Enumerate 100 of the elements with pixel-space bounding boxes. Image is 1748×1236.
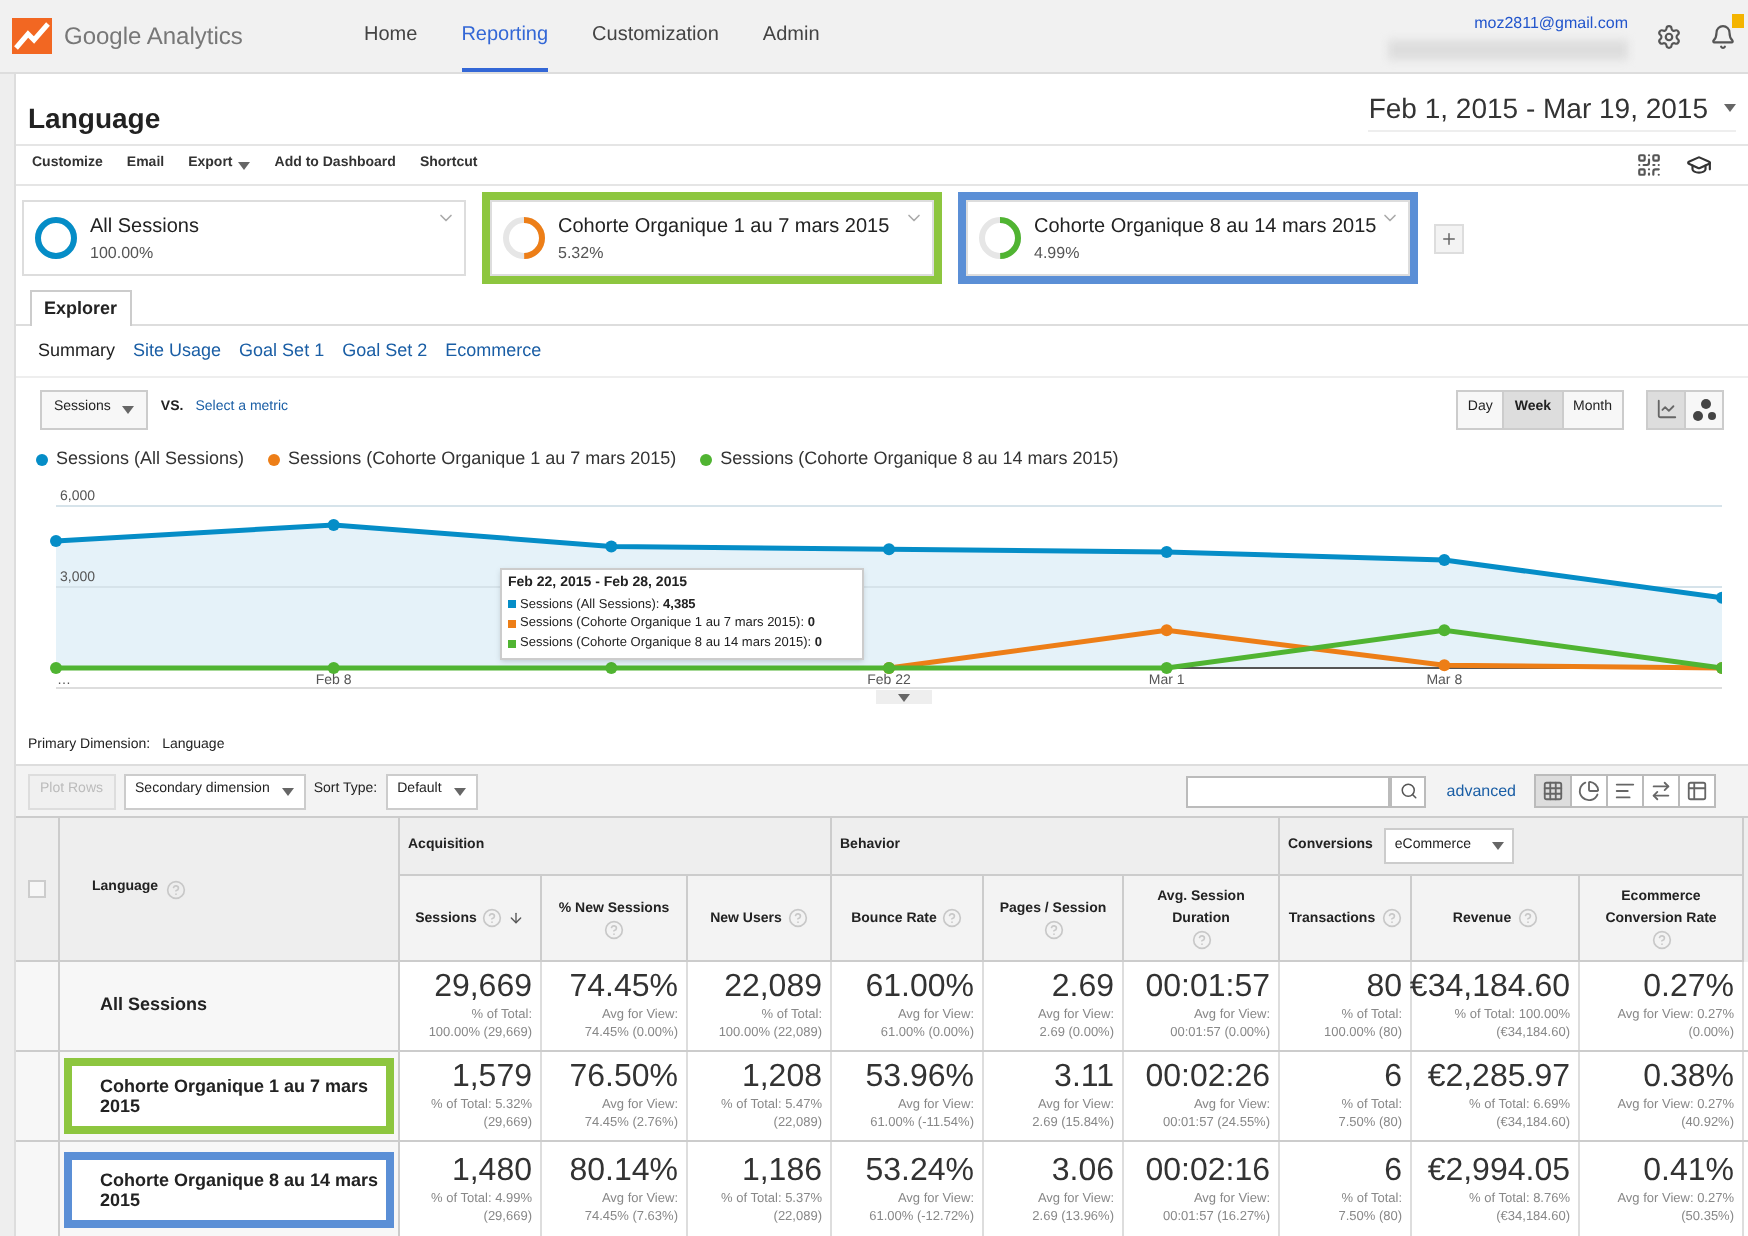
help-icon — [1517, 908, 1538, 928]
caret-icon — [453, 787, 466, 795]
segment-share: 5.32% — [558, 241, 606, 265]
page-title: Language — [28, 100, 161, 138]
chart-type-button[interactable] — [1684, 389, 1724, 429]
advanced-link[interactable]: advanced — [1446, 779, 1516, 803]
cell-value: 0.38% — [1643, 1060, 1734, 1096]
help-icon — [1043, 919, 1063, 939]
cell-value: 00:02:16 — [1145, 1153, 1270, 1189]
subtab-link[interactable]: Ecommerce — [445, 337, 542, 365]
qr-code-icon[interactable] — [1636, 152, 1662, 178]
help-icon — [1651, 930, 1671, 950]
grid-icon — [1542, 780, 1564, 802]
cell-value: 1,480 — [451, 1153, 532, 1189]
bars-icon — [1614, 780, 1636, 802]
help-icon — [166, 879, 187, 899]
segment-name: Cohorte Organique 1 au 7 mars 2015 — [558, 213, 890, 241]
cell-value: 1,186 — [741, 1153, 822, 1189]
caret-icon — [281, 787, 294, 795]
cell-value: 6 — [1384, 1153, 1402, 1189]
select-all-checkbox[interactable] — [28, 880, 46, 898]
segment-card[interactable]: All Sessions 100.00% — [22, 200, 466, 276]
cell-value: €2,285.97 — [1427, 1060, 1570, 1096]
subtab-link[interactable]: Site Usage — [133, 337, 222, 365]
caret-icon — [238, 161, 251, 169]
segment-card[interactable]: Cohorte Organique 1 au 7 mars 2015 5.32% — [490, 200, 934, 276]
cell-value: 53.24% — [865, 1153, 974, 1189]
cell-value: 74.45% — [569, 970, 678, 1006]
graduation-cap-icon[interactable] — [1686, 152, 1712, 178]
sort-arrow-icon[interactable] — [508, 910, 525, 926]
segment-share: 100.00% — [90, 241, 156, 265]
cell-value: 80 — [1366, 970, 1402, 1006]
view-button[interactable] — [1606, 774, 1644, 808]
cell-value: 0.41% — [1643, 1153, 1734, 1189]
cell-value: 0.27% — [1643, 970, 1734, 1006]
view-button[interactable] — [1642, 774, 1680, 808]
cell-value: €2,994.05 — [1427, 1153, 1570, 1189]
view-button[interactable] — [1570, 774, 1608, 808]
segment-name: All Sessions — [90, 213, 199, 241]
nav-tab[interactable]: Customization — [592, 0, 719, 72]
settings-icon[interactable] — [1656, 23, 1682, 49]
view-button[interactable] — [1678, 774, 1716, 808]
subtab-link[interactable]: Goal Set 1 — [239, 337, 325, 365]
subtab-link[interactable]: Goal Set 2 — [342, 337, 428, 365]
cell-value: 53.96% — [865, 1060, 974, 1096]
segment-card[interactable]: Cohorte Organique 8 au 14 mars 2015 4.99% — [966, 200, 1410, 276]
logo-icon — [12, 18, 52, 54]
caret-icon — [898, 693, 910, 701]
row-label: Cohorte Organique 8 au 14 mars 2015 — [100, 1169, 381, 1209]
account-email: moz2811@gmail.com — [1474, 12, 1628, 36]
nav-tab[interactable]: Admin — [762, 0, 820, 72]
cell-value: 00:01:57 — [1145, 970, 1270, 1006]
help-icon — [942, 908, 963, 928]
table-search-field[interactable] — [1186, 775, 1391, 807]
cell-value: 1,208 — [741, 1060, 822, 1096]
cell-value: 2.69 — [1051, 970, 1114, 1006]
nav-tab[interactable]: Home — [364, 0, 418, 72]
search-icon — [1399, 782, 1418, 800]
cell-value: 3.06 — [1051, 1153, 1114, 1189]
nav-tab[interactable]: Reporting — [461, 0, 549, 72]
cell-value: 22,089 — [724, 970, 822, 1006]
help-icon — [482, 908, 503, 928]
cell-value: 29,669 — [434, 970, 532, 1006]
tab[interactable]: Explorer — [30, 290, 132, 326]
caret-icon — [1724, 104, 1736, 112]
collapse-handle[interactable] — [876, 690, 932, 704]
app-name: Google Analytics — [64, 20, 245, 54]
table-icon — [1686, 780, 1708, 802]
subtab-link[interactable]: Summary — [38, 337, 116, 365]
search-button[interactable] — [1390, 775, 1427, 807]
cell-value: 00:02:26 — [1145, 1060, 1270, 1096]
bell-icon[interactable] — [1710, 23, 1736, 49]
dots-icon — [1692, 397, 1716, 421]
legend-label: Sessions (All Sessions) — [56, 446, 245, 473]
help-icon — [787, 908, 808, 928]
help-icon — [1381, 908, 1402, 928]
row-label: All Sessions — [98, 992, 208, 1019]
line-chart-icon — [1655, 398, 1677, 420]
cell-value: 76.50% — [569, 1060, 678, 1096]
date-range-picker[interactable]: Feb 1, 2015 - Mar 19, 2015 — [1368, 87, 1736, 131]
segment-share: 4.99% — [1034, 241, 1082, 265]
cell-value: 6 — [1384, 1060, 1402, 1096]
cell-value: 61.00% — [865, 970, 974, 1006]
notification-badge — [1732, 13, 1744, 27]
cell-value: 3.11 — [1054, 1060, 1114, 1096]
view-button[interactable] — [1534, 774, 1572, 808]
plus-icon — [1440, 229, 1458, 247]
help-icon — [1191, 930, 1211, 950]
caret-icon — [122, 405, 135, 413]
cell-value: 80.14% — [569, 1153, 678, 1189]
date-range: Feb 1, 2015 - Mar 19, 2015 — [1368, 89, 1708, 127]
caret-icon — [1491, 842, 1504, 850]
legend-label: Sessions (Cohorte Organique 8 au 14 mars 2015) — [720, 446, 1119, 473]
add-segment-button[interactable] — [1434, 223, 1464, 253]
arrows-icon — [1650, 780, 1672, 802]
legend-label: Sessions (Cohorte Organique 1 au 7 mars 2015) — [288, 446, 677, 473]
cell-value: 1,579 — [451, 1060, 532, 1096]
chart-type-button[interactable] — [1646, 389, 1686, 429]
help-icon — [604, 919, 624, 939]
row-label: Cohorte Organique 1 au 7 mars 2015 — [100, 1076, 371, 1116]
